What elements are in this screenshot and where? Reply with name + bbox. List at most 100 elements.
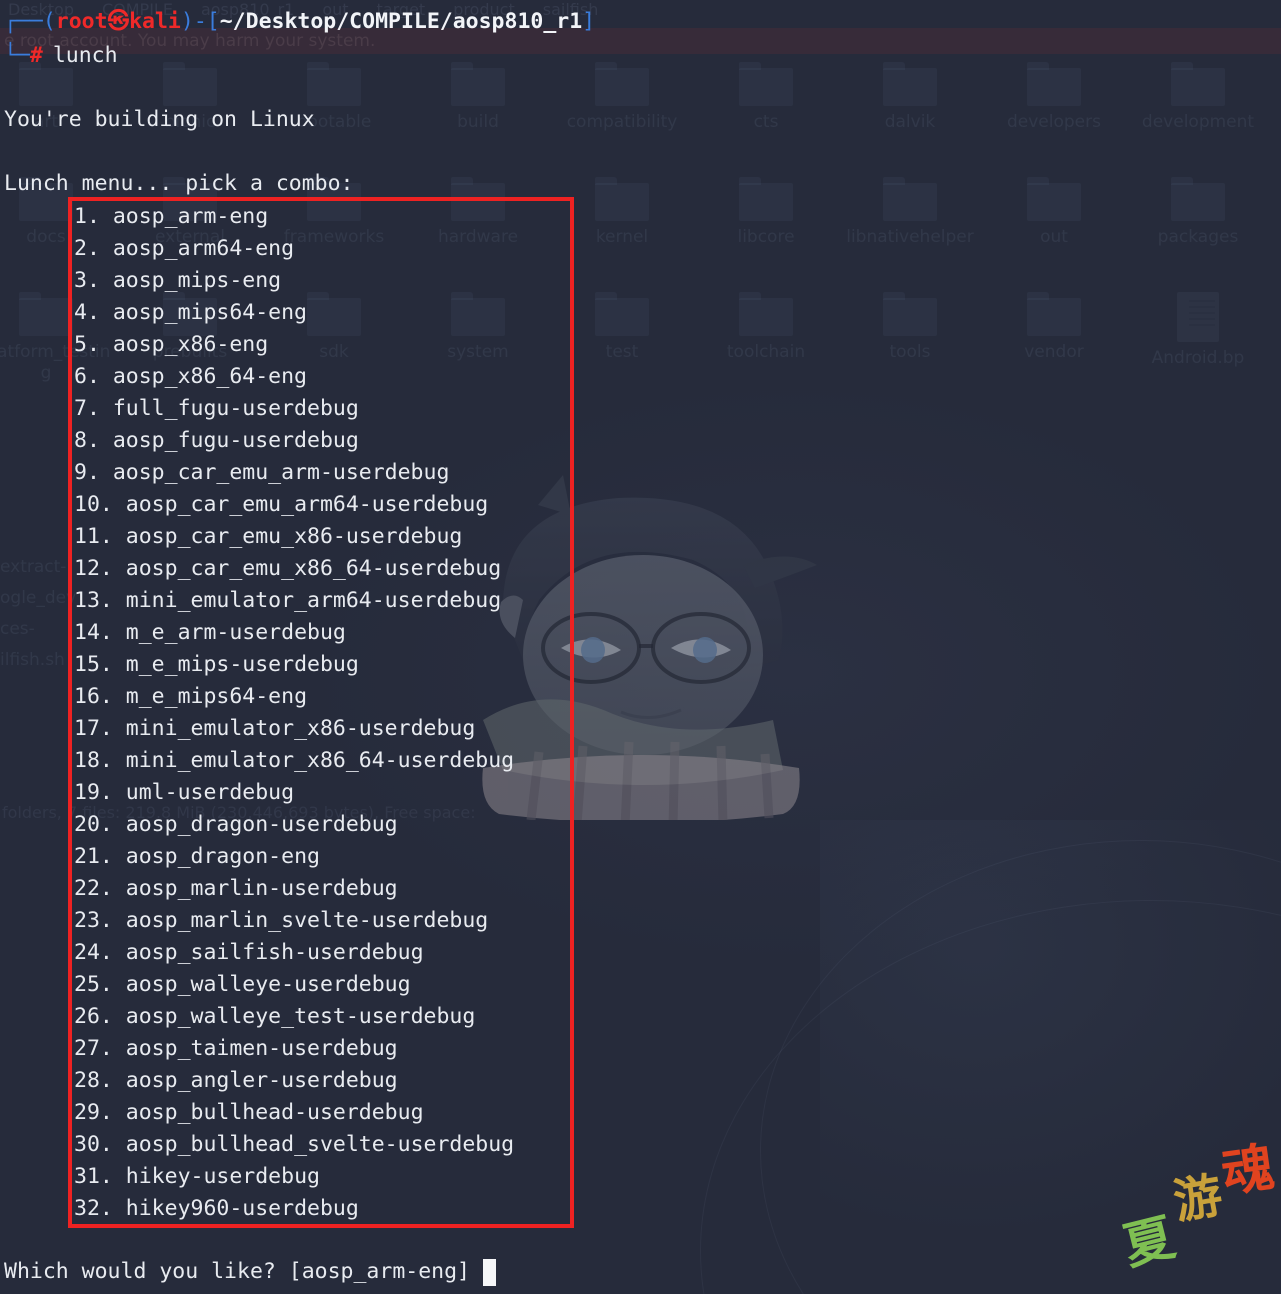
combo-item[interactable]: 5. aosp_x86-eng [74, 329, 514, 361]
combo-item[interactable]: 28. aosp_angler-userdebug [74, 1065, 514, 1097]
combo-name: mini_emulator_arm64-userdebug [125, 588, 502, 613]
combo-item[interactable]: 22. aosp_marlin-userdebug [74, 873, 514, 905]
combo-number: 22. [74, 876, 113, 901]
combo-name: aosp_car_emu_x86_64-userdebug [125, 556, 502, 581]
combo-item[interactable]: 16. m_e_mips64-eng [74, 681, 514, 713]
combo-name: m_e_mips64-eng [125, 684, 308, 709]
output-building-line: You're building on Linux [4, 107, 315, 132]
prompt-question-line[interactable]: Which would you like? [aosp_arm-eng] [4, 1256, 496, 1288]
combo-item[interactable]: 14. m_e_arm-userdebug [74, 617, 514, 649]
combo-number: 6. [74, 364, 100, 389]
combo-name: aosp_arm64-eng [112, 236, 295, 261]
combo-name: aosp_x86-eng [112, 332, 269, 357]
combo-number: 29. [74, 1100, 113, 1125]
combo-number: 32. [74, 1196, 113, 1221]
combo-item[interactable]: 1. aosp_arm-eng [74, 201, 514, 233]
combo-name: full_fugu-userdebug [112, 396, 359, 421]
combo-number: 23. [74, 908, 113, 933]
combo-item[interactable]: 13. mini_emulator_arm64-userdebug [74, 585, 514, 617]
prompt-box-top: ┌── [4, 9, 43, 34]
combo-item[interactable]: 15. m_e_mips-userdebug [74, 649, 514, 681]
combo-number: 21. [74, 844, 113, 869]
combo-name: aosp_fugu-userdebug [112, 428, 359, 453]
combo-name: m_e_mips-userdebug [125, 652, 359, 677]
combo-name: mini_emulator_x86_64-userdebug [125, 748, 515, 773]
combo-number: 20. [74, 812, 113, 837]
combo-name: aosp_marlin-userdebug [125, 876, 398, 901]
combo-number: 18. [74, 748, 113, 773]
combo-name: m_e_arm-userdebug [125, 620, 346, 645]
combo-number: 14. [74, 620, 113, 645]
combo-item[interactable]: 30. aosp_bullhead_svelte-userdebug [74, 1129, 514, 1161]
combo-item[interactable]: 7. full_fugu-userdebug [74, 393, 514, 425]
combo-item[interactable]: 19. uml-userdebug [74, 777, 514, 809]
combo-number: 11. [74, 524, 113, 549]
combo-number: 5. [74, 332, 100, 357]
combo-number: 4. [74, 300, 100, 325]
combo-item[interactable]: 10. aosp_car_emu_arm64-userdebug [74, 489, 514, 521]
terminal-output[interactable]: ┌──(root㉿kali)-[~/Desktop/COMPILE/aosp81… [0, 0, 1281, 1294]
kali-dragon-icon: ㉿ [107, 9, 130, 34]
combo-name: aosp_car_emu_arm64-userdebug [125, 492, 489, 517]
combo-item[interactable]: 9. aosp_car_emu_arm-userdebug [74, 457, 514, 489]
combo-name: aosp_marlin_svelte-userdebug [125, 908, 489, 933]
combo-item[interactable]: 23. aosp_marlin_svelte-userdebug [74, 905, 514, 937]
combo-name: aosp_arm-eng [112, 204, 269, 229]
combo-number: 10. [74, 492, 113, 517]
combo-item[interactable]: 3. aosp_mips-eng [74, 265, 514, 297]
combo-number: 15. [74, 652, 113, 677]
combo-item[interactable]: 18. mini_emulator_x86_64-userdebug [74, 745, 514, 777]
lunch-combo-list[interactable]: 1. aosp_arm-eng 2. aosp_arm64-eng 3. aos… [74, 201, 514, 1225]
combo-name: mini_emulator_x86-userdebug [125, 716, 476, 741]
prompt-open-paren: ( [42, 9, 56, 34]
combo-item[interactable]: 32. hikey960-userdebug [74, 1193, 514, 1225]
prompt-bracket-close: ] [582, 9, 596, 34]
text-cursor[interactable] [483, 1258, 496, 1286]
combo-item[interactable]: 31. hikey-userdebug [74, 1161, 514, 1193]
combo-name: aosp_sailfish-userdebug [125, 940, 424, 965]
terminal-screen: Desktop COMPILE aosp810_r1 out target pr… [0, 0, 1281, 1294]
combo-item[interactable]: 20. aosp_dragon-userdebug [74, 809, 514, 841]
combo-item[interactable]: 25. aosp_walleye-userdebug [74, 969, 514, 1001]
combo-name: aosp_car_emu_x86-userdebug [125, 524, 463, 549]
combo-number: 3. [74, 268, 100, 293]
prompt-dash: - [193, 9, 207, 34]
shell-prompt-line-1: ┌──(root㉿kali)-[~/Desktop/COMPILE/aosp81… [4, 6, 595, 38]
combo-number: 8. [74, 428, 100, 453]
combo-number: 27. [74, 1036, 113, 1061]
combo-item[interactable]: 21. aosp_dragon-eng [74, 841, 514, 873]
combo-number: 17. [74, 716, 113, 741]
combo-item[interactable]: 17. mini_emulator_x86-userdebug [74, 713, 514, 745]
combo-name: aosp_taimen-userdebug [125, 1036, 398, 1061]
combo-item[interactable]: 2. aosp_arm64-eng [74, 233, 514, 265]
combo-item[interactable]: 29. aosp_bullhead-userdebug [74, 1097, 514, 1129]
combo-number: 7. [74, 396, 100, 421]
combo-item[interactable]: 8. aosp_fugu-userdebug [74, 425, 514, 457]
combo-name: hikey-userdebug [125, 1164, 320, 1189]
combo-name: aosp_walleye-userdebug [125, 972, 411, 997]
combo-item[interactable]: 27. aosp_taimen-userdebug [74, 1033, 514, 1065]
combo-item[interactable]: 26. aosp_walleye_test-userdebug [74, 1001, 514, 1033]
combo-name: aosp_car_emu_arm-userdebug [112, 460, 450, 485]
combo-number: 13. [74, 588, 113, 613]
prompt-hash-icon: # [29, 43, 43, 68]
combo-name: aosp_bullhead_svelte-userdebug [125, 1132, 515, 1157]
combo-item[interactable]: 4. aosp_mips64-eng [74, 297, 514, 329]
combo-name: aosp_bullhead-userdebug [125, 1100, 424, 1125]
prompt-box-bottom: └─ [4, 43, 30, 68]
combo-number: 31. [74, 1164, 113, 1189]
combo-item[interactable]: 6. aosp_x86_64-eng [74, 361, 514, 393]
combo-item[interactable]: 11. aosp_car_emu_x86-userdebug [74, 521, 514, 553]
combo-number: 1. [74, 204, 100, 229]
combo-name: hikey960-userdebug [125, 1196, 359, 1221]
combo-number: 26. [74, 1004, 113, 1029]
combo-name: aosp_walleye_test-userdebug [125, 1004, 476, 1029]
question-text: Which would you like? [aosp_arm-eng] [4, 1259, 470, 1284]
combo-number: 30. [74, 1132, 113, 1157]
prompt-path: ~/Desktop/COMPILE/aosp810_r1 [219, 9, 583, 34]
combo-name: aosp_dragon-eng [125, 844, 320, 869]
combo-item[interactable]: 12. aosp_car_emu_x86_64-userdebug [74, 553, 514, 585]
combo-name: aosp_mips-eng [112, 268, 282, 293]
combo-item[interactable]: 24. aosp_sailfish-userdebug [74, 937, 514, 969]
combo-number: 19. [74, 780, 113, 805]
